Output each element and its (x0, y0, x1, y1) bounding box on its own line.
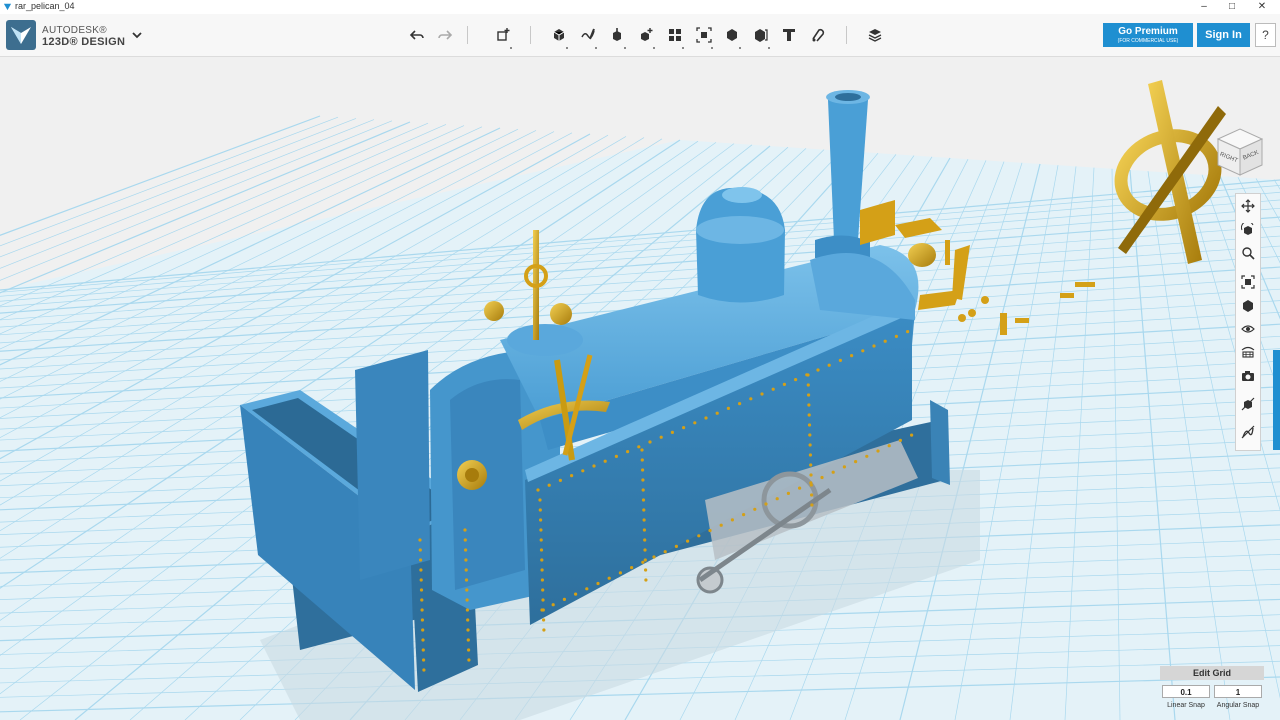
redo-icon (438, 30, 453, 40)
close-button[interactable]: ✕ (1246, 0, 1278, 14)
measure-icon (755, 29, 768, 42)
fit-button[interactable] (1239, 273, 1257, 291)
orbit-button[interactable] (1239, 221, 1257, 239)
zoom-icon (1242, 247, 1255, 260)
view-icon (1243, 300, 1253, 312)
combine-icon (727, 29, 737, 41)
help-button[interactable]: ? (1255, 23, 1276, 47)
linear-snap-field[interactable]: 0.1 (1162, 685, 1210, 698)
zoom-button[interactable] (1239, 244, 1257, 262)
materials-icon (868, 29, 882, 42)
redo-button[interactable] (434, 24, 456, 46)
snap-button[interactable] (806, 24, 828, 46)
go-premium-sublabel: (FOR COMMERCIAL USE) (1117, 38, 1179, 44)
construct-icon (613, 28, 621, 41)
construct-button[interactable] (606, 24, 628, 49)
toolbar-separator (530, 26, 531, 44)
grid-panel: Edit Grid 0.1 1 Linear Snap Angular Snap (1160, 666, 1264, 716)
snap-icon (812, 28, 825, 42)
transform-button[interactable] (492, 24, 514, 49)
visibility-button[interactable] (1239, 320, 1257, 338)
angular-snap-field[interactable]: 1 (1214, 685, 1262, 698)
window-title: rar_pelican_04 (15, 1, 75, 11)
title-bar: rar_pelican_04 – □ ✕ (0, 0, 1280, 14)
pan-button[interactable] (1239, 197, 1257, 215)
primitives-icon (553, 29, 565, 41)
camera-icon (1242, 371, 1254, 381)
app-icon (3, 3, 12, 11)
materials-button[interactable] (864, 24, 886, 46)
text-button[interactable] (778, 24, 800, 46)
view-cube-icon: RIGHT BACK (1216, 128, 1264, 176)
modify-button[interactable] (635, 24, 657, 49)
pattern-button[interactable] (664, 24, 686, 49)
view-button[interactable] (1239, 297, 1257, 315)
transform-icon (497, 28, 510, 41)
angular-snap-label: Angular Snap (1216, 702, 1260, 709)
go-premium-button[interactable]: Go Premium (FOR COMMERCIAL USE) (1103, 23, 1193, 47)
sketch-visibility-icon (1241, 425, 1255, 439)
3d-viewport[interactable]: RIGHT BACK (0, 57, 1280, 720)
undo-button[interactable] (406, 24, 428, 46)
show-hide-icon (1241, 397, 1255, 411)
edit-grid-button[interactable]: Edit Grid (1160, 666, 1264, 680)
camera-button[interactable] (1239, 367, 1257, 385)
brand-company: AUTODESK® (42, 25, 107, 36)
navigation-bar (1235, 193, 1261, 451)
grouping-icon (696, 27, 712, 43)
text-icon (783, 29, 795, 41)
brand-product: 123D® DESIGN (42, 36, 126, 48)
linear-snap-label: Linear Snap (1167, 702, 1205, 709)
side-panel-handle[interactable] (1273, 350, 1280, 450)
pattern-icon (669, 29, 681, 41)
main-toolbar: AUTODESK® 123D® DESIGN Go Premium (FOR C… (0, 14, 1280, 57)
visibility-icon (1241, 325, 1255, 333)
undo-icon (409, 30, 424, 40)
view-cube[interactable]: RIGHT BACK (1214, 125, 1266, 177)
modify-icon (641, 28, 653, 41)
sketch-button[interactable] (577, 24, 599, 49)
toolbar-separator (846, 26, 847, 44)
measure-button[interactable] (750, 24, 772, 49)
sketch-visibility-button[interactable] (1239, 423, 1257, 441)
orbit-icon (1241, 223, 1254, 235)
chevron-down-icon[interactable] (130, 28, 144, 42)
show-hide-button[interactable] (1239, 395, 1257, 413)
combine-button[interactable] (721, 24, 743, 49)
primitives-button[interactable] (548, 24, 570, 49)
maximize-button[interactable]: □ (1216, 0, 1248, 14)
workplane-scene[interactable] (0, 57, 1280, 720)
fit-icon (1241, 275, 1255, 289)
sketch-icon (581, 28, 595, 40)
app-logo-icon[interactable] (6, 20, 36, 50)
toolbar-separator (467, 26, 468, 44)
go-premium-label: Go Premium (1118, 26, 1178, 37)
pan-icon (1241, 199, 1255, 213)
grouping-button[interactable] (693, 24, 715, 49)
materials-view-icon (1241, 346, 1255, 358)
sign-in-button[interactable]: Sign In (1197, 23, 1250, 47)
materials-view-button[interactable] (1239, 343, 1257, 361)
